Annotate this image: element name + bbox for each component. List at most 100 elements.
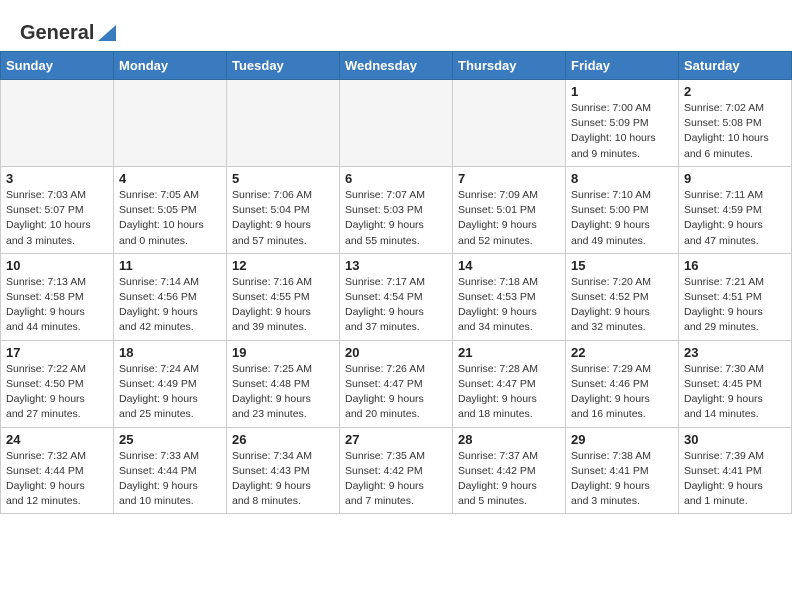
day-number: 30 — [684, 432, 786, 447]
day-info: Sunrise: 7:18 AM Sunset: 4:53 PM Dayligh… — [458, 276, 538, 334]
day-number: 14 — [458, 258, 560, 273]
calendar-cell: 22 Sunrise: 7:29 AM Sunset: 4:46 PM Dayli… — [566, 340, 679, 427]
day-number: 2 — [684, 84, 786, 99]
day-info: Sunrise: 7:32 AM Sunset: 4:44 PM Dayligh… — [6, 450, 86, 508]
day-number: 15 — [571, 258, 673, 273]
calendar-cell: 7 Sunrise: 7:09 AM Sunset: 5:01 PM Daylig… — [453, 166, 566, 253]
day-info: Sunrise: 7:17 AM Sunset: 4:54 PM Dayligh… — [345, 276, 425, 334]
day-info: Sunrise: 7:00 AM Sunset: 5:09 PM Dayligh… — [571, 102, 656, 160]
day-info: Sunrise: 7:24 AM Sunset: 4:49 PM Dayligh… — [119, 363, 199, 421]
calendar-cell: 6Sunrise: 7:07 AM Sunset: 5:03 PM Daylig… — [340, 166, 453, 253]
calendar-week-5: 24 Sunrise: 7:32 AM Sunset: 4:44 PM Dayli… — [1, 427, 792, 514]
day-info: Sunrise: 7:14 AM Sunset: 4:56 PM Dayligh… — [119, 276, 199, 334]
day-info: Sunrise: 7:07 AM Sunset: 5:03 PM Dayligh… — [345, 189, 425, 247]
calendar-cell: 17 Sunrise: 7:22 AM Sunset: 4:50 PM Dayli… — [1, 340, 114, 427]
day-number: 26 — [232, 432, 334, 447]
day-number: 23 — [684, 345, 786, 360]
calendar-cell: 10 Sunrise: 7:13 AM Sunset: 4:58 PM Dayli… — [1, 253, 114, 340]
calendar-cell — [453, 80, 566, 167]
calendar-header-monday: Monday — [114, 52, 227, 80]
day-number: 13 — [345, 258, 447, 273]
day-info: Sunrise: 7:30 AM Sunset: 4:45 PM Dayligh… — [684, 363, 764, 421]
calendar-cell: 2 Sunrise: 7:02 AM Sunset: 5:08 PM Daylig… — [679, 80, 792, 167]
day-info: Sunrise: 7:33 AM Sunset: 4:44 PM Dayligh… — [119, 450, 199, 508]
calendar-cell — [227, 80, 340, 167]
day-number: 1 — [571, 84, 673, 99]
calendar-cell: 29Sunrise: 7:38 AM Sunset: 4:41 PM Dayli… — [566, 427, 679, 514]
calendar-week-2: 3 Sunrise: 7:03 AM Sunset: 5:07 PM Daylig… — [1, 166, 792, 253]
day-number: 22 — [571, 345, 673, 360]
day-info: Sunrise: 7:37 AM Sunset: 4:42 PM Dayligh… — [458, 450, 538, 508]
day-number: 8 — [571, 171, 673, 186]
calendar-header-tuesday: Tuesday — [227, 52, 340, 80]
calendar-header-sunday: Sunday — [1, 52, 114, 80]
day-info: Sunrise: 7:39 AM Sunset: 4:41 PM Dayligh… — [684, 450, 764, 508]
calendar-header-wednesday: Wednesday — [340, 52, 453, 80]
day-number: 16 — [684, 258, 786, 273]
calendar-cell: 3 Sunrise: 7:03 AM Sunset: 5:07 PM Daylig… — [1, 166, 114, 253]
day-info: Sunrise: 7:35 AM Sunset: 4:42 PM Dayligh… — [345, 450, 425, 508]
calendar-header-friday: Friday — [566, 52, 679, 80]
calendar-cell — [340, 80, 453, 167]
calendar-cell: 20Sunrise: 7:26 AM Sunset: 4:47 PM Dayli… — [340, 340, 453, 427]
calendar-cell: 12 Sunrise: 7:16 AM Sunset: 4:55 PM Dayli… — [227, 253, 340, 340]
calendar-week-3: 10 Sunrise: 7:13 AM Sunset: 4:58 PM Dayli… — [1, 253, 792, 340]
day-number: 28 — [458, 432, 560, 447]
day-info: Sunrise: 7:25 AM Sunset: 4:48 PM Dayligh… — [232, 363, 312, 421]
day-info: Sunrise: 7:09 AM Sunset: 5:01 PM Dayligh… — [458, 189, 538, 247]
calendar-cell: 15 Sunrise: 7:20 AM Sunset: 4:52 PM Dayli… — [566, 253, 679, 340]
calendar-cell: 23 Sunrise: 7:30 AM Sunset: 4:45 PM Dayli… — [679, 340, 792, 427]
day-number: 21 — [458, 345, 560, 360]
day-number: 11 — [119, 258, 221, 273]
calendar-cell: 21Sunrise: 7:28 AM Sunset: 4:47 PM Dayli… — [453, 340, 566, 427]
day-number: 27 — [345, 432, 447, 447]
calendar-cell: 19Sunrise: 7:25 AM Sunset: 4:48 PM Dayli… — [227, 340, 340, 427]
day-info: Sunrise: 7:38 AM Sunset: 4:41 PM Dayligh… — [571, 450, 651, 508]
calendar-header-thursday: Thursday — [453, 52, 566, 80]
day-info: Sunrise: 7:16 AM Sunset: 4:55 PM Dayligh… — [232, 276, 312, 334]
calendar-cell: 27 Sunrise: 7:35 AM Sunset: 4:42 PM Dayli… — [340, 427, 453, 514]
day-info: Sunrise: 7:22 AM Sunset: 4:50 PM Dayligh… — [6, 363, 86, 421]
day-info: Sunrise: 7:13 AM Sunset: 4:58 PM Dayligh… — [6, 276, 86, 334]
calendar-cell: 4 Sunrise: 7:05 AM Sunset: 5:05 PM Daylig… — [114, 166, 227, 253]
day-info: Sunrise: 7:29 AM Sunset: 4:46 PM Dayligh… — [571, 363, 651, 421]
calendar-cell: 9Sunrise: 7:11 AM Sunset: 4:59 PM Daylig… — [679, 166, 792, 253]
day-number: 7 — [458, 171, 560, 186]
day-number: 12 — [232, 258, 334, 273]
day-info: Sunrise: 7:06 AM Sunset: 5:04 PM Dayligh… — [232, 189, 312, 247]
day-info: Sunrise: 7:05 AM Sunset: 5:05 PM Dayligh… — [119, 189, 204, 247]
calendar-cell — [1, 80, 114, 167]
day-number: 4 — [119, 171, 221, 186]
day-number: 5 — [232, 171, 334, 186]
day-number: 10 — [6, 258, 108, 273]
calendar-week-1: 1 Sunrise: 7:00 AM Sunset: 5:09 PM Daylig… — [1, 80, 792, 167]
calendar-cell — [114, 80, 227, 167]
day-number: 3 — [6, 171, 108, 186]
day-info: Sunrise: 7:02 AM Sunset: 5:08 PM Dayligh… — [684, 102, 769, 160]
day-number: 18 — [119, 345, 221, 360]
day-number: 24 — [6, 432, 108, 447]
calendar-cell: 1 Sunrise: 7:00 AM Sunset: 5:09 PM Daylig… — [566, 80, 679, 167]
calendar-cell: 5 Sunrise: 7:06 AM Sunset: 5:04 PM Daylig… — [227, 166, 340, 253]
day-number: 20 — [345, 345, 447, 360]
calendar-cell: 18 Sunrise: 7:24 AM Sunset: 4:49 PM Dayli… — [114, 340, 227, 427]
day-number: 17 — [6, 345, 108, 360]
page-container: General SundayMondayTuesdayWednesdayThur… — [0, 0, 792, 514]
day-info: Sunrise: 7:20 AM Sunset: 4:52 PM Dayligh… — [571, 276, 651, 334]
calendar-cell: 11 Sunrise: 7:14 AM Sunset: 4:56 PM Dayli… — [114, 253, 227, 340]
calendar-cell: 28 Sunrise: 7:37 AM Sunset: 4:42 PM Dayli… — [453, 427, 566, 514]
page-header: General — [0, 0, 792, 51]
day-info: Sunrise: 7:03 AM Sunset: 5:07 PM Dayligh… — [6, 189, 91, 247]
logo-icon — [96, 23, 118, 43]
day-info: Sunrise: 7:21 AM Sunset: 4:51 PM Dayligh… — [684, 276, 764, 334]
calendar-week-4: 17 Sunrise: 7:22 AM Sunset: 4:50 PM Dayli… — [1, 340, 792, 427]
calendar-header-saturday: Saturday — [679, 52, 792, 80]
calendar-cell: 26 Sunrise: 7:34 AM Sunset: 4:43 PM Dayli… — [227, 427, 340, 514]
calendar-cell: 30 Sunrise: 7:39 AM Sunset: 4:41 PM Dayli… — [679, 427, 792, 514]
day-number: 25 — [119, 432, 221, 447]
logo: General — [20, 18, 118, 41]
logo-general-text: General — [20, 22, 94, 45]
calendar-cell: 13 Sunrise: 7:17 AM Sunset: 4:54 PM Dayli… — [340, 253, 453, 340]
calendar-cell: 25 Sunrise: 7:33 AM Sunset: 4:44 PM Dayli… — [114, 427, 227, 514]
day-info: Sunrise: 7:34 AM Sunset: 4:43 PM Dayligh… — [232, 450, 312, 508]
